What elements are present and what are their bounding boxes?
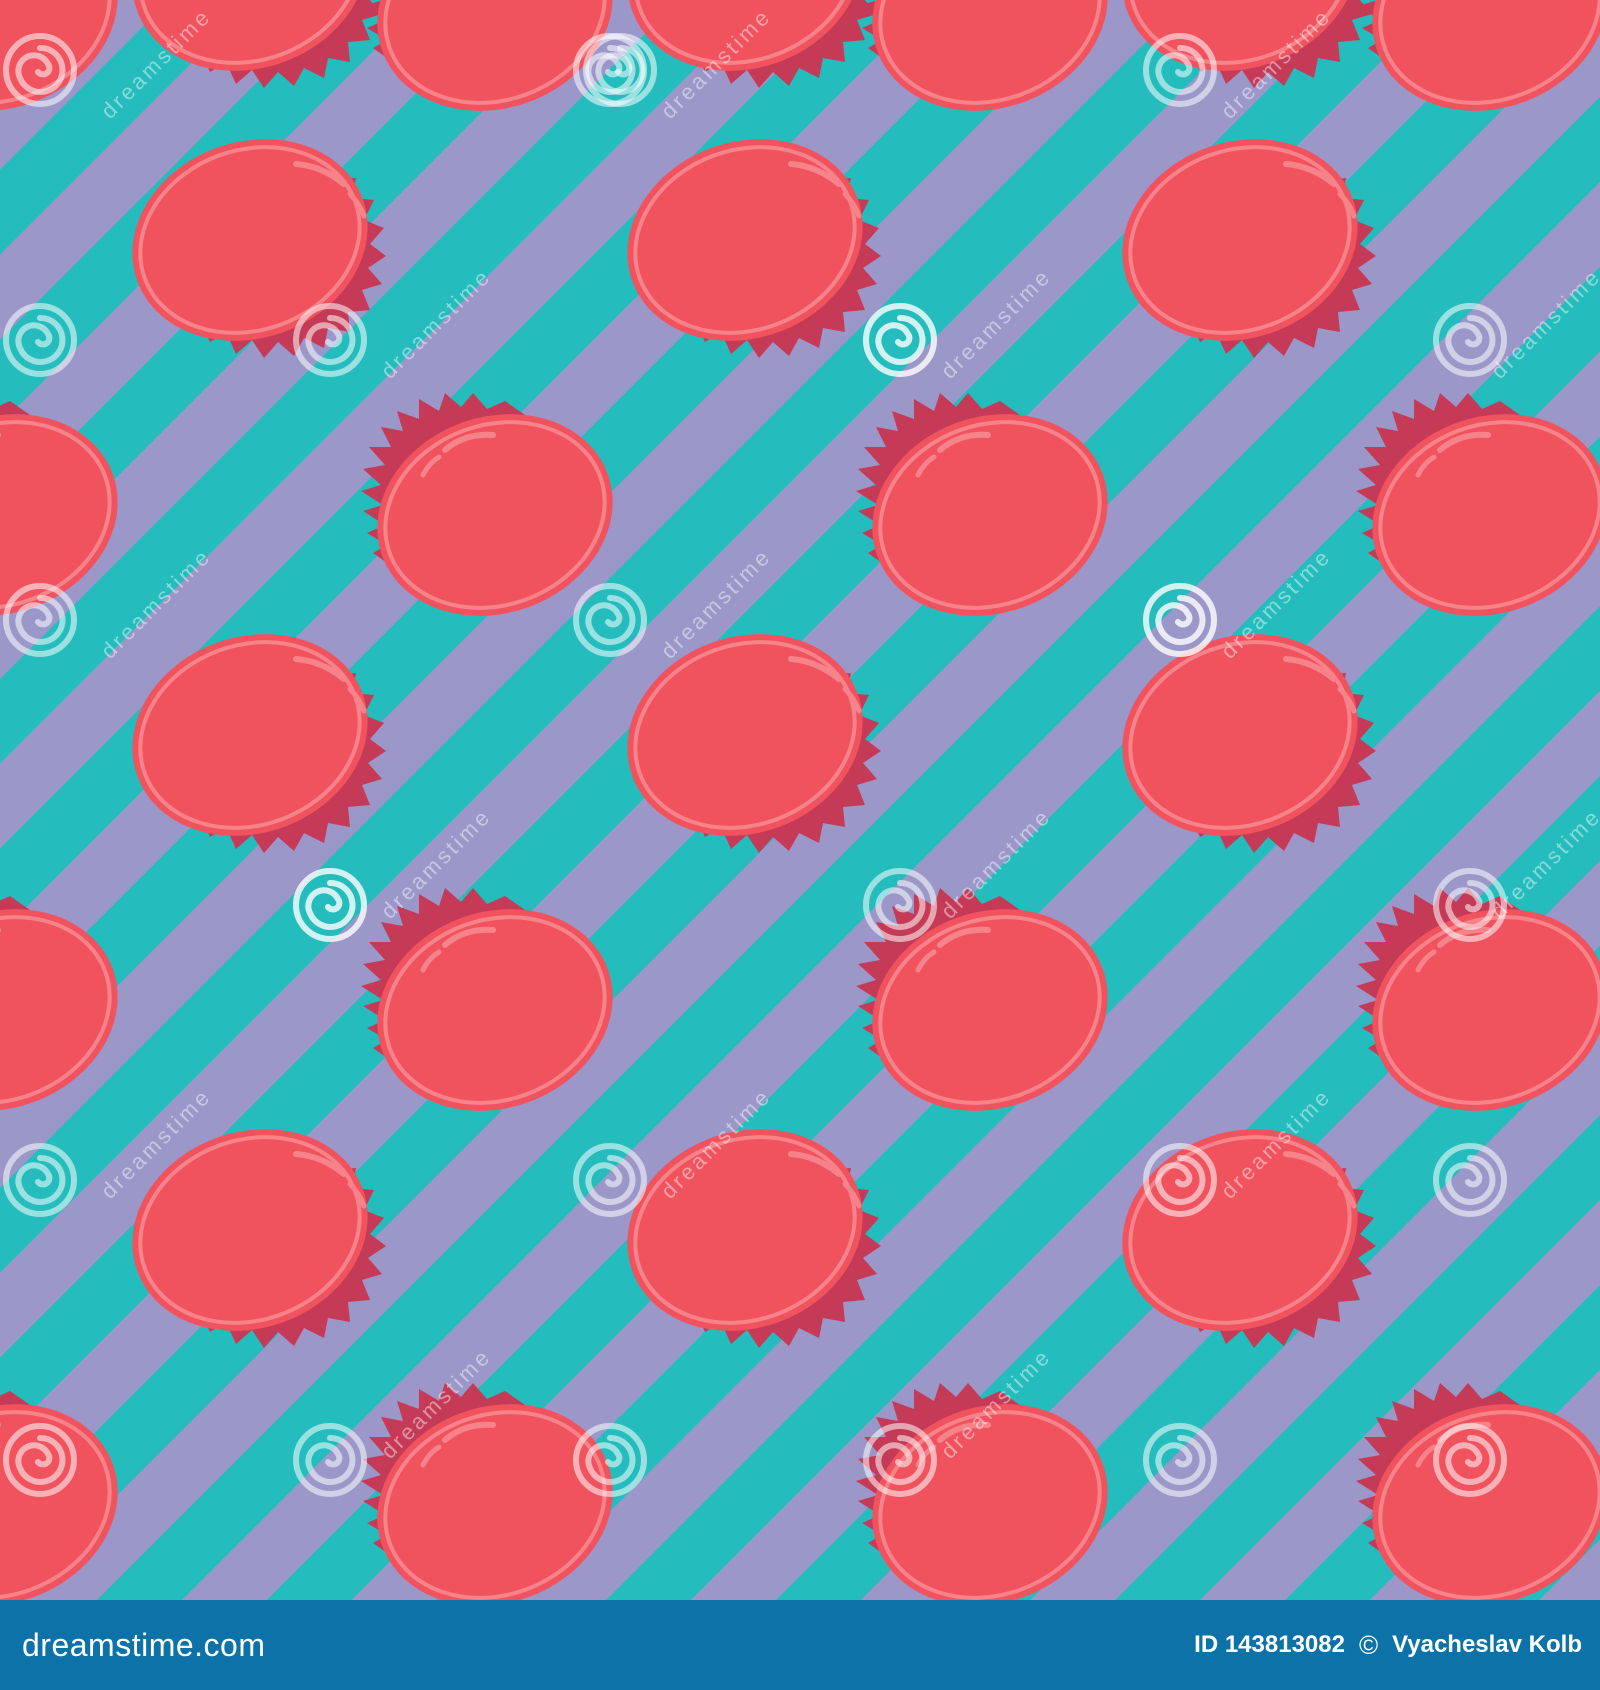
watermark-spiral-icon xyxy=(6,306,74,374)
watermark-spiral-icon xyxy=(1436,1146,1504,1214)
watermark-spiral-icon xyxy=(1146,1146,1214,1214)
watermark-spiral-icon xyxy=(296,306,364,374)
watermark-spiral-icon xyxy=(6,1146,74,1214)
watermark-spiral-icon xyxy=(866,871,934,939)
watermark-spiral-icon xyxy=(576,1426,644,1494)
watermark-spiral-icon xyxy=(6,1426,74,1494)
pattern-canvas: dreamstimedreamstimedreamstimedreamstime… xyxy=(0,0,1600,1600)
watermark-spiral-icon xyxy=(296,871,364,939)
watermark-spiral-icon xyxy=(1146,1426,1214,1494)
watermark-spiral-icon xyxy=(296,1426,364,1494)
image-credits: ID 143813082 © Vyacheslav Kolb xyxy=(1194,1630,1582,1661)
pattern-image: dreamstime dreamstime dreamstime dreamstime… xyxy=(0,0,1600,1600)
watermark-spiral-icon xyxy=(1436,1426,1504,1494)
watermark-spiral-icon xyxy=(576,1146,644,1214)
copyright-icon: © xyxy=(1358,1629,1379,1660)
watermark-spiral-icon xyxy=(1146,586,1214,654)
brand-label[interactable]: dreamstime.com xyxy=(22,1627,266,1664)
watermark-spiral-icon xyxy=(6,36,74,104)
watermark-spiral-icon xyxy=(586,36,654,104)
footer-bar: dreamstime.com ID 143813082 © Vyacheslav… xyxy=(0,1600,1600,1690)
image-id: ID 143813082 xyxy=(1194,1631,1345,1658)
watermark-spiral-icon xyxy=(576,586,644,654)
watermark-spiral-icon xyxy=(6,586,74,654)
watermark-spiral-icon xyxy=(1146,36,1214,104)
author-name[interactable]: Vyacheslav Kolb xyxy=(1392,1631,1582,1659)
watermark-spiral-icon xyxy=(866,306,934,374)
watermark-spiral-icon xyxy=(866,1426,934,1494)
